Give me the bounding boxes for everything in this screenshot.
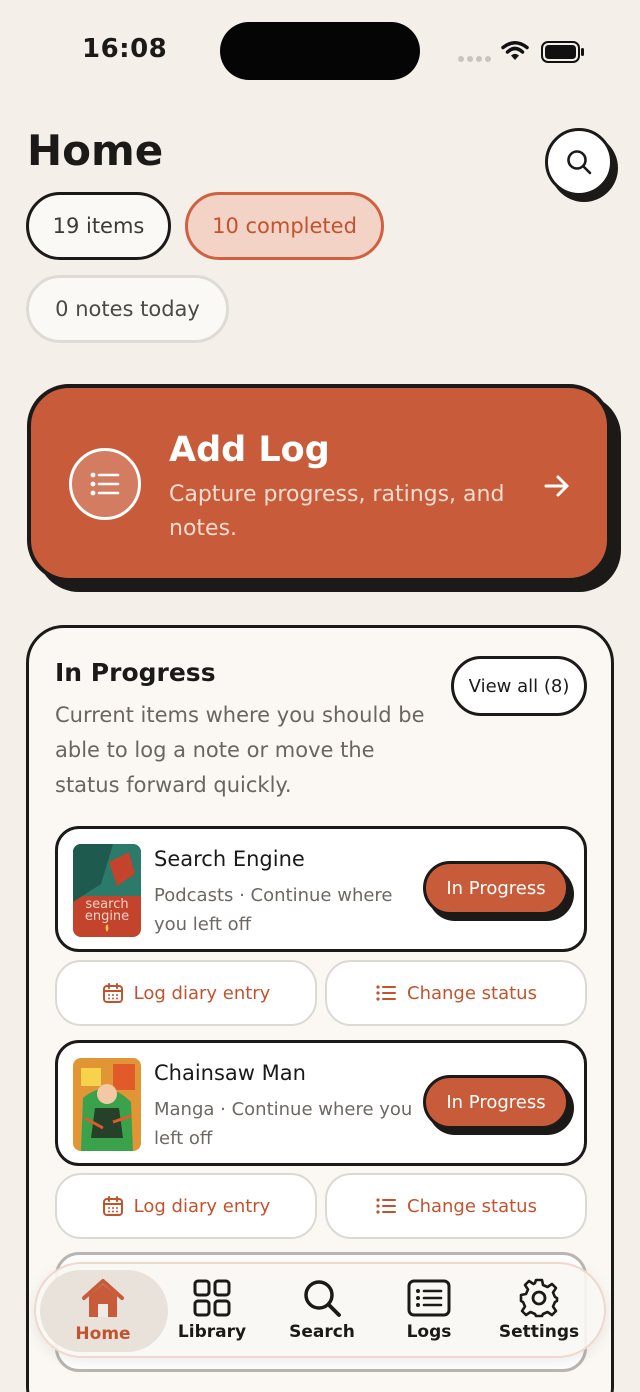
tab-home[interactable]: Home: [48, 1278, 158, 1344]
change-status-label: Change status: [407, 1195, 537, 1217]
section-title: In Progress: [55, 658, 216, 687]
log-diary-entry-button[interactable]: Log diary entry: [55, 1173, 317, 1239]
item-meta: Manga · Continue where you left off: [154, 1099, 413, 1149]
tab-label: Settings: [498, 1322, 580, 1342]
svg-text:engine: engine: [85, 909, 129, 924]
items-count-chip[interactable]: 19 items: [26, 192, 171, 260]
tab-bar: Home Library Search Logs Settings: [34, 1262, 606, 1358]
list-icon: [69, 448, 141, 520]
completed-count-chip[interactable]: 10 completed: [185, 192, 384, 260]
list-icon: [407, 1279, 451, 1317]
section-description: Current items where you should be able t…: [55, 703, 425, 797]
tab-label: Logs: [406, 1322, 452, 1342]
calendar-icon: [102, 1196, 123, 1216]
log-diary-entry-label: Log diary entry: [133, 1195, 271, 1217]
list-icon: [376, 1198, 397, 1214]
dynamic-island: [220, 22, 420, 80]
battery-icon: [541, 41, 584, 63]
status-pill[interactable]: In Progress: [423, 861, 569, 915]
item-meta: Podcasts · Continue where you left off: [154, 885, 393, 935]
add-log-card[interactable]: Add Log Capture progress, ratings, and n…: [27, 384, 611, 582]
status-bar: 16:08: [0, 0, 640, 100]
cellular-signal-icon: [458, 56, 491, 62]
manga-cover-image: [73, 1058, 141, 1151]
item-title: Search Engine: [154, 847, 305, 871]
status-pill[interactable]: In Progress: [423, 1075, 569, 1129]
search-icon: [304, 1280, 341, 1317]
tab-label: Home: [75, 1324, 131, 1344]
search-button[interactable]: [545, 128, 613, 196]
tab-label: Library: [177, 1322, 247, 1342]
log-diary-entry-label: Log diary entry: [133, 982, 271, 1004]
calendar-icon: [102, 983, 123, 1003]
page-title: Home: [27, 126, 164, 175]
tab-search[interactable]: Search: [267, 1278, 377, 1342]
notes-today-chip[interactable]: 0 notes today: [26, 275, 229, 343]
change-status-button[interactable]: Change status: [325, 960, 587, 1026]
podcast-cover-image: search engine: [73, 844, 141, 937]
search-icon: [567, 150, 592, 175]
add-log-title: Add Log: [169, 430, 330, 470]
status-time: 16:08: [82, 34, 168, 64]
tab-logs[interactable]: Logs: [374, 1278, 484, 1342]
add-log-subtitle: Capture progress, ratings, and notes.: [169, 482, 505, 541]
item-card-chainsaw-man[interactable]: Chainsaw Man Manga · Continue where you …: [55, 1040, 587, 1166]
wifi-icon: [501, 41, 529, 60]
item-card-search-engine[interactable]: search engine Search Engine Podcasts · C…: [55, 826, 587, 952]
change-status-button[interactable]: Change status: [325, 1173, 587, 1239]
grid-icon: [193, 1279, 231, 1317]
home-icon: [82, 1279, 124, 1317]
tab-label: Search: [289, 1322, 355, 1342]
item-title: Chainsaw Man: [154, 1061, 306, 1085]
change-status-label: Change status: [407, 982, 537, 1004]
gear-icon: [519, 1278, 559, 1318]
tab-library[interactable]: Library: [157, 1278, 267, 1342]
log-diary-entry-button[interactable]: Log diary entry: [55, 960, 317, 1026]
tab-settings[interactable]: Settings: [484, 1278, 594, 1342]
view-all-button[interactable]: View all (8): [451, 656, 587, 716]
arrow-right-icon: [544, 475, 569, 497]
list-icon: [376, 985, 397, 1001]
